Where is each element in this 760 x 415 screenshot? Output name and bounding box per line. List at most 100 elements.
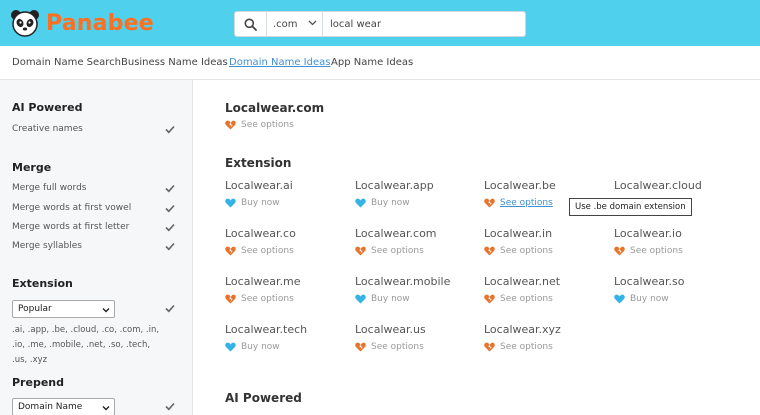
- domain-name[interactable]: Localwear.ai: [225, 179, 293, 192]
- domain-status-label: See options: [500, 246, 553, 256]
- nav-app-name-ideas[interactable]: App Name Ideas: [331, 57, 413, 68]
- tooltip: Use .be domain extension: [569, 198, 692, 216]
- sidebar: AI Powered Creative names Merge Merge fu…: [0, 80, 193, 415]
- domain-status-label: Buy now: [630, 294, 669, 304]
- nav-domain-name-ideas[interactable]: Domain Name Ideas: [229, 57, 330, 68]
- tld-select[interactable]: .com: [267, 12, 323, 36]
- broken-heart-icon: [614, 246, 625, 256]
- blue-heart-icon: [225, 198, 236, 208]
- domain-name[interactable]: Localwear.com: [355, 227, 437, 240]
- extension-heading: Extension: [225, 156, 292, 170]
- see-options-link[interactable]: See options: [225, 294, 294, 304]
- sidebar-title-merge: Merge: [12, 161, 52, 174]
- blue-heart-icon: [225, 342, 236, 352]
- domain-name[interactable]: Localwear.us: [355, 323, 426, 336]
- panda-logo-icon: [10, 8, 40, 38]
- top-domain-status-label: See options: [241, 120, 294, 130]
- chevron-down-icon: [308, 20, 317, 26]
- domain-status-label: Buy now: [371, 294, 410, 304]
- domain-status-label: See options: [371, 342, 424, 352]
- blue-heart-icon: [355, 294, 366, 304]
- see-options-link[interactable]: See options: [614, 246, 683, 256]
- sidebar-title-extension: Extension: [12, 277, 73, 290]
- header: Panabee .com local wear: [0, 0, 760, 46]
- broken-heart-icon: [225, 246, 236, 256]
- domain-name[interactable]: Localwear.xyz: [484, 323, 561, 336]
- search-button[interactable]: [235, 12, 267, 36]
- sidebar-item-merge-vowel[interactable]: Merge words at first vowel: [12, 203, 131, 213]
- domain-name[interactable]: Localwear.io: [614, 227, 682, 240]
- see-options-link[interactable]: See options: [484, 342, 553, 352]
- domain-name[interactable]: Localwear.cloud: [614, 179, 702, 192]
- domain-name[interactable]: Localwear.in: [484, 227, 552, 240]
- check-icon: [165, 204, 175, 213]
- broken-heart-icon: [484, 246, 495, 256]
- check-icon: [165, 125, 175, 134]
- buy-now-link[interactable]: Buy now: [614, 294, 669, 304]
- check-icon: [165, 242, 175, 251]
- domain-status-label: See options: [500, 294, 553, 304]
- top-domain-status[interactable]: See options: [225, 120, 294, 130]
- broken-heart-icon: [484, 294, 495, 304]
- domain-status-label: See options: [241, 246, 294, 256]
- domain-name[interactable]: Localwear.so: [614, 275, 685, 288]
- broken-heart-icon: [484, 198, 495, 208]
- broken-heart-icon: [225, 120, 236, 130]
- chevron-down-icon: [102, 406, 110, 411]
- domain-status-label: Buy now: [241, 342, 280, 352]
- see-options-link[interactable]: See options: [484, 198, 553, 208]
- extension-list: .ai, .app, .be, .cloud, .co, .com, .in, …: [12, 325, 160, 365]
- sidebar-item-merge-full[interactable]: Merge full words: [12, 183, 87, 193]
- domain-status-label: Buy now: [241, 198, 280, 208]
- buy-now-link[interactable]: Buy now: [355, 294, 410, 304]
- search-input[interactable]: local wear: [323, 19, 381, 30]
- prepend-select[interactable]: Domain Name: [12, 398, 115, 415]
- ai-powered-heading: AI Powered: [225, 391, 302, 405]
- domain-status-label: See options: [371, 246, 424, 256]
- check-icon: [165, 184, 175, 193]
- sidebar-title-prepend: Prepend: [12, 376, 64, 389]
- blue-heart-icon: [355, 198, 366, 208]
- nav-business-name-ideas[interactable]: Business Name Ideas: [121, 57, 228, 68]
- sidebar-item-merge-letter[interactable]: Merge words at first letter: [12, 222, 129, 232]
- domain-status-label: See options: [241, 294, 294, 304]
- domain-name[interactable]: Localwear.net: [484, 275, 560, 288]
- buy-now-link[interactable]: Buy now: [225, 198, 280, 208]
- search-icon: [244, 18, 257, 31]
- domain-status-label: See options: [500, 198, 553, 208]
- domain-status-label: See options: [630, 246, 683, 256]
- domain-name[interactable]: Localwear.be: [484, 179, 556, 192]
- brand-name: Panabee: [46, 10, 154, 36]
- tld-value: .com: [273, 18, 298, 30]
- domain-status-label: Buy now: [371, 198, 410, 208]
- logo[interactable]: Panabee: [10, 8, 154, 38]
- check-icon: [165, 304, 175, 313]
- check-icon: [165, 223, 175, 232]
- extension-select-value: Popular: [18, 304, 52, 314]
- sidebar-title-ai: AI Powered: [12, 101, 83, 114]
- see-options-link[interactable]: See options: [355, 246, 424, 256]
- top-nav: Domain Name Search Business Name Ideas D…: [0, 46, 760, 80]
- domain-name[interactable]: Localwear.tech: [225, 323, 307, 336]
- domain-name[interactable]: Localwear.me: [225, 275, 301, 288]
- see-options-link[interactable]: See options: [484, 246, 553, 256]
- check-icon: [165, 402, 175, 411]
- domain-name[interactable]: Localwear.mobile: [355, 275, 450, 288]
- sidebar-item-merge-syllables[interactable]: Merge syllables: [12, 241, 82, 251]
- broken-heart-icon: [355, 246, 366, 256]
- see-options-link[interactable]: See options: [355, 342, 424, 352]
- broken-heart-icon: [484, 342, 495, 352]
- buy-now-link[interactable]: Buy now: [225, 342, 280, 352]
- buy-now-link[interactable]: Buy now: [355, 198, 410, 208]
- results-panel: Localwear.com See options Extension Loca…: [193, 80, 760, 415]
- domain-name[interactable]: Localwear.co: [225, 227, 296, 240]
- prepend-select-value: Domain Name: [18, 402, 83, 412]
- extension-select[interactable]: Popular: [12, 300, 115, 318]
- see-options-link[interactable]: See options: [484, 294, 553, 304]
- nav-domain-name-search[interactable]: Domain Name Search: [12, 57, 121, 68]
- top-domain-name[interactable]: Localwear.com: [225, 101, 324, 115]
- broken-heart-icon: [355, 342, 366, 352]
- see-options-link[interactable]: See options: [225, 246, 294, 256]
- sidebar-item-creative-names[interactable]: Creative names: [12, 124, 83, 134]
- domain-name[interactable]: Localwear.app: [355, 179, 434, 192]
